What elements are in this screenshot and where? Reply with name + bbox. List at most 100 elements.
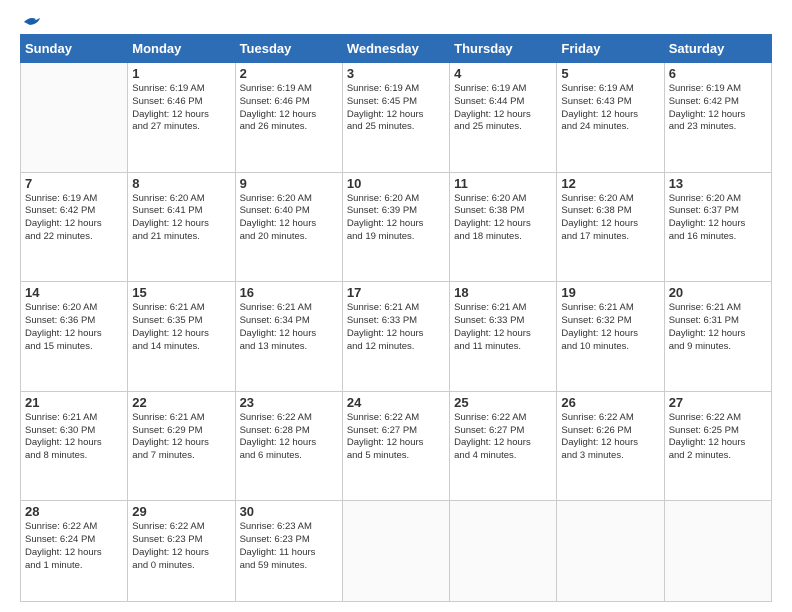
day-number: 19 [561, 285, 659, 300]
calendar-cell: 10 Sunrise: 6:20 AM Sunset: 6:39 PM Dayli… [342, 172, 449, 282]
day-number: 25 [454, 395, 552, 410]
day-number: 26 [561, 395, 659, 410]
day-number: 12 [561, 176, 659, 191]
day-info: Sunrise: 6:21 AM Sunset: 6:33 PM Dayligh… [454, 302, 552, 353]
day-number: 14 [25, 285, 123, 300]
day-info: Sunrise: 6:21 AM Sunset: 6:34 PM Dayligh… [240, 302, 338, 353]
day-number: 6 [669, 66, 767, 81]
calendar-cell: 2 Sunrise: 6:19 AM Sunset: 6:46 PM Daylig… [235, 63, 342, 173]
day-info: Sunrise: 6:20 AM Sunset: 6:41 PM Dayligh… [132, 193, 230, 244]
day-number: 1 [132, 66, 230, 81]
day-number: 13 [669, 176, 767, 191]
day-number: 24 [347, 395, 445, 410]
day-info: Sunrise: 6:20 AM Sunset: 6:38 PM Dayligh… [561, 193, 659, 244]
calendar-cell: 11 Sunrise: 6:20 AM Sunset: 6:38 PM Dayli… [450, 172, 557, 282]
calendar-week-row: 14 Sunrise: 6:20 AM Sunset: 6:36 PM Dayli… [21, 282, 772, 392]
day-info: Sunrise: 6:22 AM Sunset: 6:28 PM Dayligh… [240, 412, 338, 463]
day-info: Sunrise: 6:19 AM Sunset: 6:44 PM Dayligh… [454, 83, 552, 134]
day-number: 7 [25, 176, 123, 191]
calendar-cell: 22Sunrise: 6:21 AM Sunset: 6:29 PM Dayli… [128, 391, 235, 501]
day-number: 10 [347, 176, 445, 191]
day-number: 20 [669, 285, 767, 300]
day-info: Sunrise: 6:21 AM Sunset: 6:31 PM Dayligh… [669, 302, 767, 353]
day-number: 3 [347, 66, 445, 81]
day-number: 5 [561, 66, 659, 81]
day-number: 22 [132, 395, 230, 410]
day-header-saturday: Saturday [664, 35, 771, 63]
day-info: Sunrise: 6:20 AM Sunset: 6:40 PM Dayligh… [240, 193, 338, 244]
day-info: Sunrise: 6:20 AM Sunset: 6:39 PM Dayligh… [347, 193, 445, 244]
day-info: Sunrise: 6:19 AM Sunset: 6:46 PM Dayligh… [132, 83, 230, 134]
calendar-cell: 18 Sunrise: 6:21 AM Sunset: 6:33 PM Dayli… [450, 282, 557, 392]
day-info: Sunrise: 6:22 AM Sunset: 6:26 PM Dayligh… [561, 412, 659, 463]
day-info: Sunrise: 6:19 AM Sunset: 6:42 PM Dayligh… [669, 83, 767, 134]
calendar-cell: 26 Sunrise: 6:22 AM Sunset: 6:26 PM Dayli… [557, 391, 664, 501]
calendar-cell: 16 Sunrise: 6:21 AM Sunset: 6:34 PM Dayli… [235, 282, 342, 392]
calendar-cell: 28 Sunrise: 6:22 AM Sunset: 6:24 PM Dayli… [21, 501, 128, 602]
page: SundayMondayTuesdayWednesdayThursdayFrid… [0, 0, 792, 612]
calendar-cell: 27Sunrise: 6:22 AM Sunset: 6:25 PM Dayli… [664, 391, 771, 501]
calendar-cell: 23Sunrise: 6:22 AM Sunset: 6:28 PM Dayli… [235, 391, 342, 501]
day-header-tuesday: Tuesday [235, 35, 342, 63]
day-info: Sunrise: 6:20 AM Sunset: 6:38 PM Dayligh… [454, 193, 552, 244]
day-number: 28 [25, 504, 123, 519]
calendar-week-row: 28 Sunrise: 6:22 AM Sunset: 6:24 PM Dayli… [21, 501, 772, 602]
calendar-cell: 15Sunrise: 6:21 AM Sunset: 6:35 PM Dayli… [128, 282, 235, 392]
calendar-cell: 14 Sunrise: 6:20 AM Sunset: 6:36 PM Dayli… [21, 282, 128, 392]
day-info: Sunrise: 6:21 AM Sunset: 6:32 PM Dayligh… [561, 302, 659, 353]
day-number: 21 [25, 395, 123, 410]
calendar-cell: 25 Sunrise: 6:22 AM Sunset: 6:27 PM Dayli… [450, 391, 557, 501]
calendar-cell: 21Sunrise: 6:21 AM Sunset: 6:30 PM Dayli… [21, 391, 128, 501]
calendar-cell: 24 Sunrise: 6:22 AM Sunset: 6:27 PM Dayli… [342, 391, 449, 501]
calendar-cell [664, 501, 771, 602]
calendar-table: SundayMondayTuesdayWednesdayThursdayFrid… [20, 34, 772, 602]
day-number: 27 [669, 395, 767, 410]
day-number: 9 [240, 176, 338, 191]
day-info: Sunrise: 6:19 AM Sunset: 6:43 PM Dayligh… [561, 83, 659, 134]
calendar-cell: 19 Sunrise: 6:21 AM Sunset: 6:32 PM Dayli… [557, 282, 664, 392]
day-info: Sunrise: 6:22 AM Sunset: 6:27 PM Dayligh… [347, 412, 445, 463]
calendar-cell: 9 Sunrise: 6:20 AM Sunset: 6:40 PM Daylig… [235, 172, 342, 282]
day-info: Sunrise: 6:20 AM Sunset: 6:36 PM Dayligh… [25, 302, 123, 353]
calendar-cell: 17 Sunrise: 6:21 AM Sunset: 6:33 PM Dayli… [342, 282, 449, 392]
day-number: 17 [347, 285, 445, 300]
day-info: Sunrise: 6:22 AM Sunset: 6:27 PM Dayligh… [454, 412, 552, 463]
calendar-cell [557, 501, 664, 602]
logo [20, 18, 42, 26]
calendar-cell [342, 501, 449, 602]
logo-bird-icon [22, 14, 42, 30]
day-info: Sunrise: 6:19 AM Sunset: 6:46 PM Dayligh… [240, 83, 338, 134]
calendar-cell: 29 Sunrise: 6:22 AM Sunset: 6:23 PM Dayli… [128, 501, 235, 602]
day-info: Sunrise: 6:22 AM Sunset: 6:23 PM Dayligh… [132, 521, 230, 572]
day-info: Sunrise: 6:22 AM Sunset: 6:24 PM Dayligh… [25, 521, 123, 572]
day-info: Sunrise: 6:23 AM Sunset: 6:23 PM Dayligh… [240, 521, 338, 572]
day-number: 16 [240, 285, 338, 300]
calendar-cell: 4Sunrise: 6:19 AM Sunset: 6:44 PM Daylig… [450, 63, 557, 173]
day-number: 15 [132, 285, 230, 300]
calendar-cell: 20 Sunrise: 6:21 AM Sunset: 6:31 PM Dayli… [664, 282, 771, 392]
calendar-cell: 30 Sunrise: 6:23 AM Sunset: 6:23 PM Dayli… [235, 501, 342, 602]
day-number: 8 [132, 176, 230, 191]
day-number: 11 [454, 176, 552, 191]
calendar-week-row: 7 Sunrise: 6:19 AM Sunset: 6:42 PM Daylig… [21, 172, 772, 282]
day-header-wednesday: Wednesday [342, 35, 449, 63]
calendar-header-row: SundayMondayTuesdayWednesdayThursdayFrid… [21, 35, 772, 63]
calendar-cell: 8 Sunrise: 6:20 AM Sunset: 6:41 PM Daylig… [128, 172, 235, 282]
day-info: Sunrise: 6:21 AM Sunset: 6:33 PM Dayligh… [347, 302, 445, 353]
day-number: 2 [240, 66, 338, 81]
calendar-cell: 13 Sunrise: 6:20 AM Sunset: 6:37 PM Dayli… [664, 172, 771, 282]
day-info: Sunrise: 6:19 AM Sunset: 6:42 PM Dayligh… [25, 193, 123, 244]
day-number: 30 [240, 504, 338, 519]
day-header-friday: Friday [557, 35, 664, 63]
calendar-cell: 7 Sunrise: 6:19 AM Sunset: 6:42 PM Daylig… [21, 172, 128, 282]
calendar-cell: 12 Sunrise: 6:20 AM Sunset: 6:38 PM Dayli… [557, 172, 664, 282]
day-info: Sunrise: 6:20 AM Sunset: 6:37 PM Dayligh… [669, 193, 767, 244]
day-number: 18 [454, 285, 552, 300]
day-header-monday: Monday [128, 35, 235, 63]
calendar-cell: 5 Sunrise: 6:19 AM Sunset: 6:43 PM Daylig… [557, 63, 664, 173]
header [20, 18, 772, 26]
calendar-week-row: 1 Sunrise: 6:19 AM Sunset: 6:46 PM Daylig… [21, 63, 772, 173]
calendar-cell: 3Sunrise: 6:19 AM Sunset: 6:45 PM Daylig… [342, 63, 449, 173]
day-header-thursday: Thursday [450, 35, 557, 63]
day-number: 29 [132, 504, 230, 519]
